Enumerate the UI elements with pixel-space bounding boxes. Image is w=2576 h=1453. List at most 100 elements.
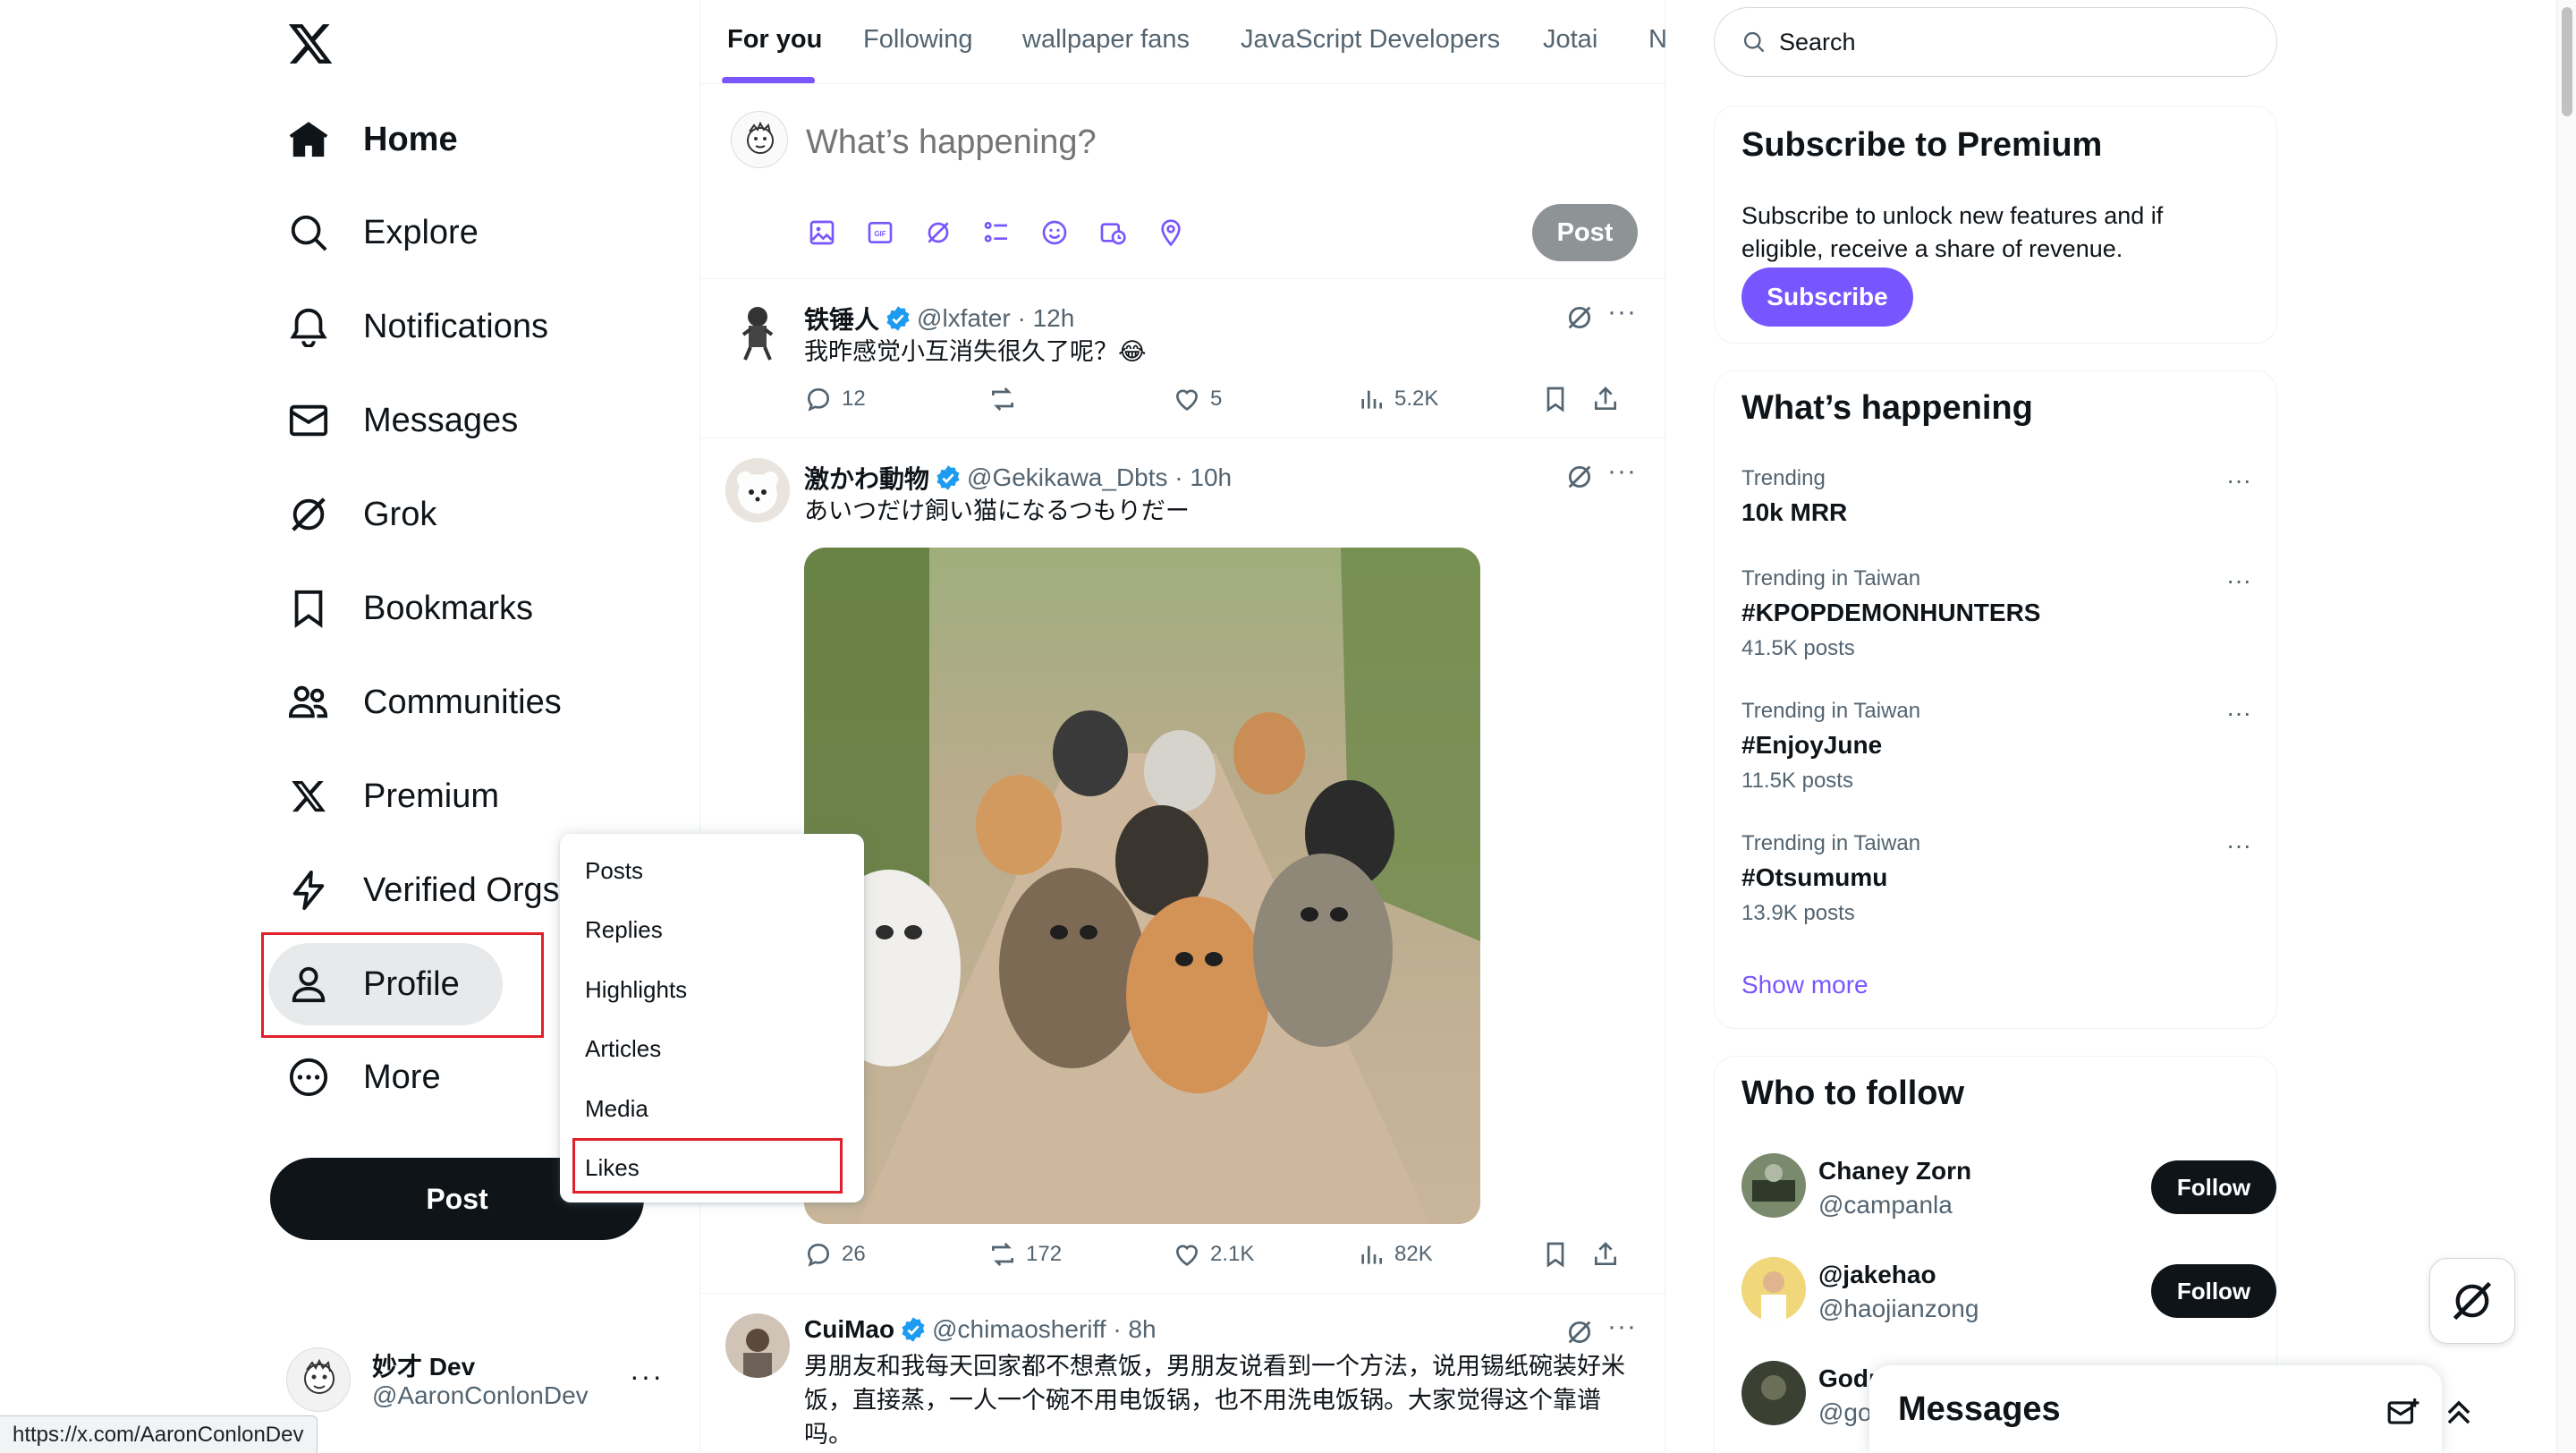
more-horizontal-icon[interactable]: ··· [1607,456,1637,487]
subscribe-button[interactable]: Subscribe [1741,268,1913,327]
sidebar-item-more[interactable]: More [268,1036,484,1118]
gif-icon[interactable]: GIF [864,217,895,248]
scrollbar-thumb[interactable] [2562,7,2572,116]
like-button[interactable]: 2.1K [1173,1240,1254,1269]
menu-item-articles[interactable]: Articles [585,1035,661,1063]
account-switcher[interactable]: 妙才 Dev @AaronConlonDev ··· [286,1342,680,1423]
avatar[interactable] [725,299,790,363]
more-horizontal-icon[interactable]: ··· [1607,1312,1637,1342]
tweet-author-handle[interactable]: @lxfater · 12h [917,304,1074,333]
avatar[interactable] [725,458,790,523]
bookmark-button[interactable] [1541,1240,1570,1269]
page-scrollbar[interactable] [2556,0,2576,1453]
sidebar-item-explore[interactable]: Explore [268,191,521,274]
new-message-icon[interactable] [2386,1396,2420,1430]
chevron-up-double-icon[interactable] [2442,1396,2476,1430]
trend-item[interactable]: Trending 10k MRR ··· [1741,466,2251,527]
account-handle: @AaronConlonDev [372,1381,589,1409]
tweet-author-name[interactable]: CuiMao [804,1315,894,1344]
section-title: Who to follow [1741,1075,1965,1112]
active-tab-indicator [722,77,815,83]
tab-jotai[interactable]: Jotai [1543,25,1597,55]
follow-suggestion[interactable]: @jakehao @haojianzong Follow [1741,1257,2276,1325]
x-logo-icon[interactable] [286,20,335,68]
trend-item[interactable]: Trending in Taiwan #Otsumumu 13.9K posts… [1741,831,2251,926]
search-input[interactable] [1779,28,2226,56]
tab-following[interactable]: Following [863,25,973,55]
poll-icon[interactable] [980,217,1012,248]
tweet-author-name[interactable]: 激かわ動物 [804,460,929,496]
share-icon [1595,387,1616,410]
sidebar-item-verified-orgs[interactable]: Verified Orgs [268,849,603,931]
sidebar-item-bookmarks[interactable]: Bookmarks [268,567,576,650]
avatar[interactable] [725,1313,790,1378]
trend-item[interactable]: Trending in Taiwan #EnjoyJune 11.5K post… [1741,699,2251,794]
share-button[interactable] [1591,1240,1620,1269]
views-button[interactable]: 5.2K [1357,385,1438,413]
like-count: 2.1K [1210,1242,1255,1266]
grok-icon [286,492,331,537]
sidebar-item-notifications[interactable]: Notifications [268,285,591,368]
tweet-author-name[interactable]: 铁锤人 [804,301,879,336]
messages-drawer[interactable]: Messages [1869,1365,2470,1453]
trend-item[interactable]: Trending in Taiwan #KPOPDEMONHUNTERS 41.… [1741,566,2251,661]
grok-icon[interactable] [1564,462,1595,492]
emoji-icon[interactable] [1038,217,1070,248]
trend-count: 11.5K posts [1741,769,1853,793]
grok-icon[interactable] [1564,302,1595,333]
premium-description: Subscribe to unlock new features and if … [1741,202,2164,262]
reply-button[interactable]: 26 [804,1240,866,1269]
follow-suggestion[interactable]: Chaney Zorn @campanla Follow [1741,1153,2276,1221]
tab-truncated[interactable]: N [1648,25,1666,55]
bookmark-button[interactable] [1541,385,1570,413]
premium-title: Subscribe to Premium [1741,126,2103,164]
avatar[interactable] [1741,1153,1806,1218]
like-button[interactable]: 5 [1173,385,1222,413]
grok-floating-button[interactable] [2429,1258,2515,1344]
sidebar-item-premium[interactable]: Premium [268,755,542,837]
sidebar-item-messages[interactable]: Messages [268,379,561,462]
search-bar[interactable] [1714,7,2277,77]
follow-button[interactable]: Follow [2151,1264,2276,1318]
tweet-media-image[interactable] [804,548,1480,1224]
sidebar-item-communities[interactable]: Communities [268,661,605,743]
tweet-text: 男朋友和我每天回家都不想煮饭，男朋友说看到一个方法，说用锡纸碗装好米饭，直接蒸，… [804,1353,1625,1448]
tweet[interactable]: 铁锤人 @lxfater · 12h 我昨感觉小互消失很久了呢？😂 ··· 12… [700,279,1666,438]
compose-input[interactable] [806,123,1432,162]
more-horizontal-icon[interactable]: ··· [1607,297,1637,327]
sidebar-item-label: Grok [363,495,437,533]
more-horizontal-icon[interactable]: ··· [2226,699,2251,727]
more-horizontal-icon[interactable]: ··· [2226,831,2251,860]
compose-post-button[interactable]: Post [1532,204,1638,261]
grok-icon[interactable] [1564,1317,1595,1347]
sidebar-item-grok[interactable]: Grok [268,473,479,556]
tab-for-you[interactable]: For you [727,25,822,55]
more-horizontal-icon[interactable]: ··· [2226,566,2251,595]
tab-wallpaper-fans[interactable]: wallpaper fans [1022,25,1190,55]
repost-button[interactable] [988,385,1026,413]
reply-button[interactable]: 12 [804,385,866,413]
views-button[interactable]: 82K [1357,1240,1433,1269]
image-icon[interactable] [806,217,837,248]
repost-button[interactable]: 172 [988,1240,1062,1269]
more-horizontal-icon[interactable]: ··· [630,1360,664,1393]
follow-button[interactable]: Follow [2151,1160,2276,1214]
menu-item-media[interactable]: Media [585,1095,648,1123]
status-bar-url: https://x.com/AaronConlonDev [0,1415,318,1453]
avatar[interactable] [1741,1257,1806,1321]
more-horizontal-icon[interactable]: ··· [2226,466,2251,495]
sidebar-item-home[interactable]: Home [268,98,501,181]
share-button[interactable] [1591,385,1620,413]
menu-item-replies[interactable]: Replies [585,916,663,944]
tab-javascript-developers[interactable]: JavaScript Developers [1241,25,1500,55]
tweet[interactable]: CuiMao @chimaosheriff · 8h 男朋友和我每天回家都不想煮… [700,1294,1666,1453]
menu-item-highlights[interactable]: Highlights [585,976,687,1004]
schedule-icon[interactable] [1097,217,1128,248]
location-icon[interactable] [1155,217,1186,248]
show-more-link[interactable]: Show more [1741,971,1868,999]
avatar[interactable] [1741,1361,1806,1425]
grok-icon[interactable] [922,217,953,248]
tweet-author-handle[interactable]: @chimaosheriff · 8h [932,1315,1156,1344]
tweet-author-handle[interactable]: @Gekikawa_Dbts · 10h [967,463,1232,492]
menu-item-posts[interactable]: Posts [585,857,643,885]
